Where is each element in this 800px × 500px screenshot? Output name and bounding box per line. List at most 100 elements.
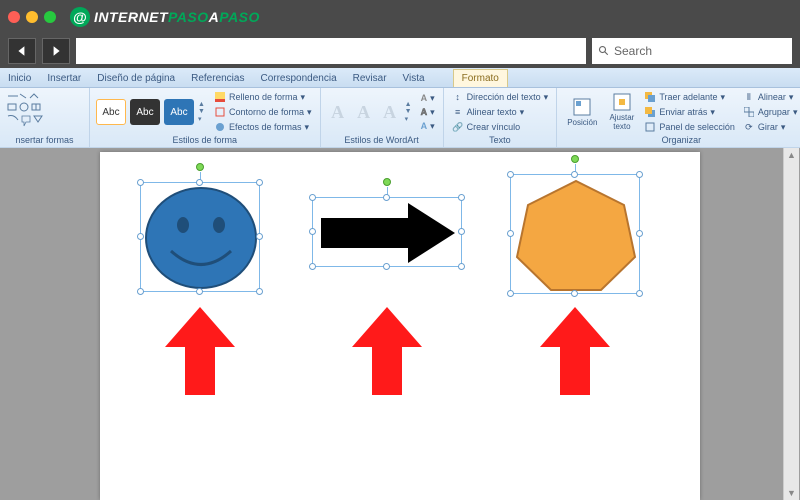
wa-down-icon[interactable]: ▼ [405, 108, 415, 115]
relleno-forma-button[interactable]: Relleno de forma ▾ [212, 90, 314, 104]
alinear-texto-button[interactable]: ≡ Alinear texto ▾ [450, 105, 551, 119]
shape-style-blue[interactable]: Abc [164, 99, 194, 125]
browser-title-bar: @ INTERNETPASOAPASO [0, 0, 800, 34]
tab-vista[interactable]: Vista [395, 70, 433, 87]
resize-handle[interactable] [309, 194, 316, 201]
document-area [0, 148, 800, 500]
effects-icon [214, 121, 226, 133]
bring-forward-icon [644, 91, 656, 103]
resize-handle[interactable] [196, 288, 203, 295]
group-texto: ↕ Dirección del texto ▾ ≡ Alinear texto … [444, 88, 558, 147]
resize-handle[interactable] [507, 230, 514, 237]
resize-handle[interactable] [309, 263, 316, 270]
enviar-atras-button[interactable]: Enviar atrás ▾ [642, 105, 737, 119]
ribbon-tabs: Inicio Insertar Diseño de página Referen… [0, 68, 800, 88]
wa-more-icon[interactable]: ▾ [405, 115, 415, 123]
shape-style-dark[interactable]: Abc [130, 99, 160, 125]
contorno-forma-button[interactable]: Contorno de forma ▾ [212, 105, 314, 119]
tab-inicio[interactable]: Inicio [0, 70, 39, 87]
efectos-forma-button[interactable]: Efectos de formas ▾ [212, 120, 314, 134]
wordart-style-3[interactable]: A [379, 99, 401, 125]
wordart-style-2[interactable]: A [353, 99, 375, 125]
alinear-button[interactable]: ⫴ Alinear ▾ [741, 90, 800, 104]
annotation-arrow-2 [352, 307, 422, 397]
resize-handle[interactable] [137, 179, 144, 186]
resize-handle[interactable] [571, 171, 578, 178]
group-wordart: A A A ▲ ▼ ▾ A ▾ A ▾ A ▾ Estilos de WordA… [321, 88, 444, 147]
tab-diseno[interactable]: Diseño de página [89, 70, 183, 87]
tab-revisar[interactable]: Revisar [345, 70, 395, 87]
resize-handle[interactable] [636, 171, 643, 178]
tab-formato[interactable]: Formato [453, 69, 508, 87]
text-outline-button[interactable]: A ▾ [419, 106, 437, 119]
resize-handle[interactable] [309, 228, 316, 235]
smiley-shape[interactable] [141, 183, 261, 293]
resize-handle[interactable] [458, 228, 465, 235]
resize-handle[interactable] [256, 288, 263, 295]
resize-handle[interactable] [571, 290, 578, 297]
rotate-handle[interactable] [383, 178, 391, 186]
rotate-handle[interactable] [196, 163, 204, 171]
resize-handle[interactable] [137, 233, 144, 240]
tab-correspondencia[interactable]: Correspondencia [252, 70, 344, 87]
arrow-shape[interactable] [313, 198, 463, 268]
group-estilos-forma: Abc Abc Abc ▲ ▼ ▾ Relleno de forma ▾ Con… [90, 88, 321, 147]
selection-smiley[interactable] [140, 182, 260, 292]
site-logo: @ INTERNETPASOAPASO [70, 7, 260, 27]
ribbon-body: nsertar formas Abc Abc Abc ▲ ▼ ▾ Relleno… [0, 88, 800, 148]
crear-vinculo-button[interactable]: 🔗 Crear vínculo [450, 120, 551, 134]
search-box[interactable]: Search [592, 38, 792, 64]
panel-seleccion-button[interactable]: Panel de selección [642, 120, 737, 134]
vertical-scrollbar[interactable] [783, 148, 799, 500]
window-minimize-button[interactable] [26, 11, 38, 23]
url-bar[interactable] [76, 38, 586, 64]
gallery-more-icon[interactable]: ▾ [198, 115, 208, 123]
group-label-insertar-formas: nsertar formas [6, 134, 83, 145]
window-close-button[interactable] [8, 11, 20, 23]
shape-gallery-icon[interactable] [6, 92, 83, 132]
heptagon-shape[interactable] [511, 175, 641, 295]
resize-handle[interactable] [383, 263, 390, 270]
group-insertar-formas: nsertar formas [0, 88, 90, 147]
group-label-estilos-forma: Estilos de forma [96, 134, 314, 145]
text-effects-button[interactable]: A ▾ [419, 120, 437, 133]
posicion-button[interactable]: Posición [563, 96, 601, 129]
rotate-handle[interactable] [571, 155, 579, 163]
text-fill-button[interactable]: A ▾ [419, 92, 437, 105]
forward-button[interactable] [42, 38, 70, 64]
document-page[interactable] [100, 152, 700, 500]
resize-handle[interactable] [196, 179, 203, 186]
direccion-texto-button[interactable]: ↕ Dirección del texto ▾ [450, 90, 551, 104]
resize-handle[interactable] [507, 171, 514, 178]
tab-insertar[interactable]: Insertar [39, 70, 89, 87]
gallery-down-icon[interactable]: ▼ [198, 108, 208, 115]
agrupar-button[interactable]: Agrupar ▾ [741, 105, 800, 119]
selection-arrow[interactable] [312, 197, 462, 267]
outline-icon [214, 106, 226, 118]
back-button[interactable] [8, 38, 36, 64]
girar-button[interactable]: ⟳ Girar ▾ [741, 120, 800, 134]
search-placeholder: Search [614, 44, 652, 58]
shape-style-outline[interactable]: Abc [96, 99, 126, 125]
traer-adelante-button[interactable]: Traer adelante ▾ [642, 90, 737, 104]
selection-heptagon[interactable] [510, 174, 640, 294]
resize-handle[interactable] [636, 290, 643, 297]
resize-handle[interactable] [383, 194, 390, 201]
link-icon: 🔗 [452, 121, 464, 133]
resize-handle[interactable] [256, 179, 263, 186]
resize-handle[interactable] [458, 263, 465, 270]
ajustar-texto-button[interactable]: Ajustar texto [605, 91, 638, 133]
resize-handle[interactable] [507, 290, 514, 297]
selection-pane-icon [644, 121, 656, 133]
resize-handle[interactable] [458, 194, 465, 201]
annotation-arrow-1 [165, 307, 235, 397]
resize-handle[interactable] [256, 233, 263, 240]
window-maximize-button[interactable] [44, 11, 56, 23]
resize-handle[interactable] [636, 230, 643, 237]
tab-referencias[interactable]: Referencias [183, 70, 252, 87]
gallery-up-icon[interactable]: ▲ [198, 101, 208, 108]
align-icon: ⫴ [743, 91, 755, 103]
wordart-style-1[interactable]: A [327, 99, 349, 125]
resize-handle[interactable] [137, 288, 144, 295]
wa-up-icon[interactable]: ▲ [405, 101, 415, 108]
